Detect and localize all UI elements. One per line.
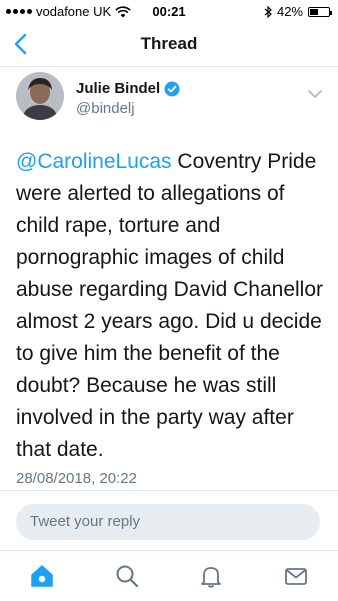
tweet-text: @CarolineLucas Coventry Pride were alert… <box>16 146 326 466</box>
tab-home[interactable] <box>29 563 55 589</box>
battery-icon <box>308 6 332 17</box>
tab-messages[interactable] <box>283 563 309 589</box>
battery-level <box>310 8 318 15</box>
page-title: Thread <box>140 34 198 53</box>
tweet-body: Coventry Pride were alerted to allegatio… <box>16 150 324 461</box>
tweet-timestamp: 28/08/2018, 20:22 <box>16 470 137 487</box>
messages-icon <box>285 568 307 585</box>
battery-percent: 42% <box>276 4 303 19</box>
author-handle[interactable]: @bindelj <box>76 100 135 117</box>
bluetooth-icon <box>264 5 272 18</box>
author-name[interactable]: Julie Bindel <box>76 80 180 97</box>
tab-search[interactable] <box>114 563 140 589</box>
reply-input[interactable]: Tweet your reply <box>16 504 320 540</box>
verified-badge-icon <box>164 81 180 96</box>
profile-photo-icon <box>16 72 64 120</box>
status-bar: vodafone UK 00:21 42% <box>0 0 338 22</box>
home-icon <box>31 565 53 587</box>
notifications-icon <box>201 567 221 588</box>
status-right: 42% <box>264 4 332 19</box>
avatar[interactable] <box>16 72 64 120</box>
search-icon <box>116 565 139 588</box>
tab-notifications[interactable] <box>198 563 224 589</box>
mention-link[interactable]: @CarolineLucas <box>16 150 172 173</box>
tweet-options-button[interactable] <box>308 86 322 99</box>
tab-bar <box>0 550 338 601</box>
author-name-text: Julie Bindel <box>76 80 161 97</box>
chevron-down-icon <box>308 90 322 99</box>
navigation-header: Thread <box>0 22 338 67</box>
